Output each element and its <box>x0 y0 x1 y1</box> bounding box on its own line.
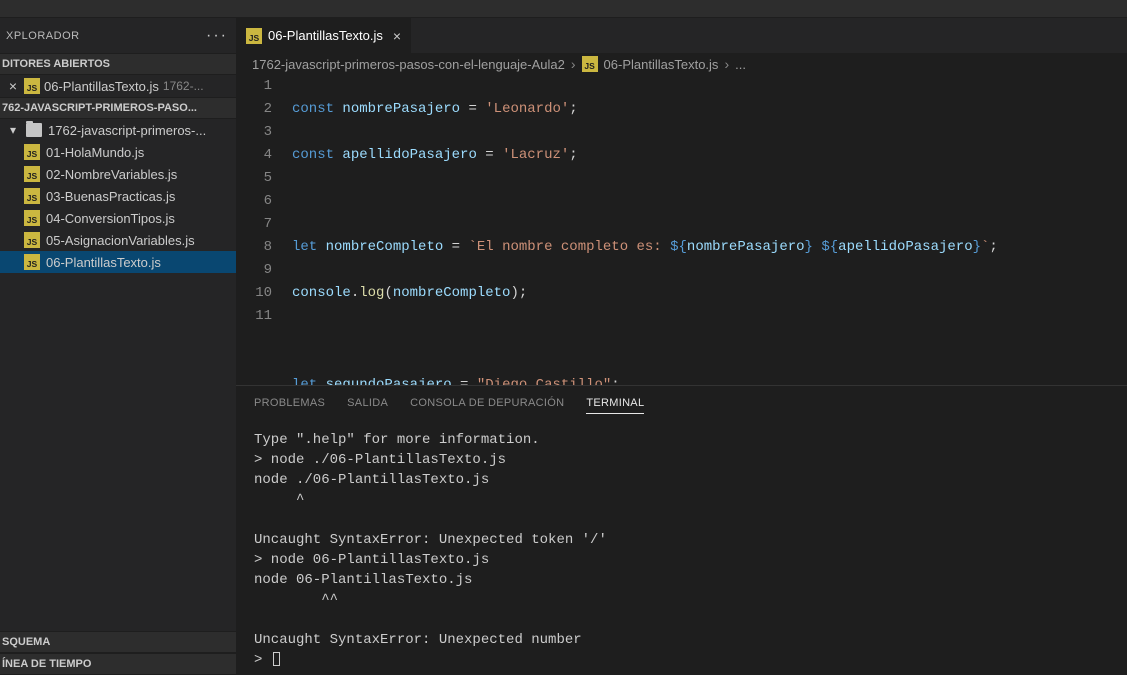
tab-terminal[interactable]: TERMINAL <box>586 393 644 414</box>
chevron-right-icon: › <box>724 56 729 72</box>
file-label: 03-BuenasPracticas.js <box>46 189 175 204</box>
js-file-icon: JS <box>246 28 262 44</box>
folder-icon <box>26 123 42 137</box>
open-editor-label: 06-PlantillasTexto.js <box>44 79 159 94</box>
sidebar-spacer <box>0 273 236 631</box>
terminal-line: ^ <box>254 490 1109 510</box>
close-icon[interactable]: × <box>393 28 401 44</box>
open-editor-path: 1762-... <box>163 79 204 93</box>
terminal-prompt: > <box>254 650 1109 670</box>
bottom-panel: PROBLEMAS SALIDA CONSOLA DE DEPURACIÓN T… <box>236 385 1127 675</box>
terminal-line: Uncaught SyntaxError: Unexpected number <box>254 630 1109 650</box>
terminal-line: node ./06-PlantillasTexto.js <box>254 470 1109 490</box>
breadcrumb-ellipsis[interactable]: ... <box>735 57 746 72</box>
folder-row[interactable]: ▾ 1762-javascript-primeros-... <box>0 119 236 141</box>
tab-output[interactable]: SALIDA <box>347 393 388 413</box>
main-layout: XPLORADOR ··· DITORES ABIERTOS × JS 06-P… <box>0 18 1127 675</box>
breadcrumb-part[interactable]: 1762-javascript-primeros-pasos-con-el-le… <box>252 57 565 72</box>
js-file-icon: JS <box>582 56 598 72</box>
timeline-header[interactable]: ÍNEA DE TIEMPO <box>0 653 236 675</box>
tab-debug-console[interactable]: CONSOLA DE DEPURACIÓN <box>410 393 564 413</box>
js-file-icon: JS <box>24 188 40 204</box>
breadcrumb-part[interactable]: 06-PlantillasTexto.js <box>604 57 719 72</box>
file-label: 02-NombreVariables.js <box>46 167 177 182</box>
terminal-line <box>254 610 1109 630</box>
js-file-icon: JS <box>24 210 40 226</box>
file-row[interactable]: JS 01-HolaMundo.js <box>0 141 236 163</box>
file-label: 06-PlantillasTexto.js <box>46 255 161 270</box>
file-row[interactable]: JS 05-AsignacionVariables.js <box>0 229 236 251</box>
tab-problems[interactable]: PROBLEMAS <box>254 393 325 413</box>
terminal-line: Uncaught SyntaxError: Unexpected token '… <box>254 530 1109 550</box>
file-row[interactable]: JS 02-NombreVariables.js <box>0 163 236 185</box>
title-bar-fragment <box>0 0 1127 18</box>
explorer-title: XPLORADOR <box>6 30 80 42</box>
file-row-active[interactable]: JS 06-PlantillasTexto.js <box>0 251 236 273</box>
more-actions-icon[interactable]: ··· <box>206 27 228 45</box>
code-editor[interactable]: 1 2 3 4 5 6 7 8 9 10 11 const nombrePasa… <box>236 75 1127 385</box>
folder-label: 1762-javascript-primeros-... <box>48 123 206 138</box>
close-icon[interactable]: × <box>6 78 20 94</box>
js-file-icon: JS <box>24 232 40 248</box>
tab-active[interactable]: JS 06-PlantillasTexto.js × <box>236 18 412 53</box>
js-file-icon: JS <box>24 78 40 94</box>
workspace-header[interactable]: 762-JAVASCRIPT-PRIMEROS-PASO... <box>0 97 236 119</box>
file-label: 01-HolaMundo.js <box>46 145 144 160</box>
outline-header[interactable]: SQUEMA <box>0 631 236 653</box>
chevron-right-icon: › <box>571 56 576 72</box>
js-file-icon: JS <box>24 144 40 160</box>
file-row[interactable]: JS 03-BuenasPracticas.js <box>0 185 236 207</box>
file-row[interactable]: JS 04-ConversionTipos.js <box>0 207 236 229</box>
open-editor-item[interactable]: × JS 06-PlantillasTexto.js 1762-... <box>0 75 236 97</box>
file-label: 04-ConversionTipos.js <box>46 211 175 226</box>
js-file-icon: JS <box>24 166 40 182</box>
editor-area: JS 06-PlantillasTexto.js × 1762-javascri… <box>236 18 1127 675</box>
terminal-line: > node 06-PlantillasTexto.js <box>254 550 1109 570</box>
terminal-line: Type ".help" for more information. <box>254 430 1109 450</box>
line-number-gutter: 1 2 3 4 5 6 7 8 9 10 11 <box>236 75 292 385</box>
terminal-line: node 06-PlantillasTexto.js <box>254 570 1109 590</box>
sidebar: XPLORADOR ··· DITORES ABIERTOS × JS 06-P… <box>0 18 236 675</box>
panel-tabs: PROBLEMAS SALIDA CONSOLA DE DEPURACIÓN T… <box>236 386 1127 420</box>
terminal-output[interactable]: Type ".help" for more information.> node… <box>236 420 1127 675</box>
chevron-down-icon: ▾ <box>6 123 20 137</box>
tab-label: 06-PlantillasTexto.js <box>268 28 383 43</box>
breadcrumb[interactable]: 1762-javascript-primeros-pasos-con-el-le… <box>236 53 1127 75</box>
terminal-line: > node ./06-PlantillasTexto.js <box>254 450 1109 470</box>
code-content[interactable]: const nombrePasajero = 'Leonardo'; const… <box>292 75 1127 385</box>
open-editors-header[interactable]: DITORES ABIERTOS <box>0 53 236 75</box>
file-label: 05-AsignacionVariables.js <box>46 233 195 248</box>
sidebar-header: XPLORADOR ··· <box>0 18 236 53</box>
terminal-cursor <box>273 652 280 666</box>
tab-bar: JS 06-PlantillasTexto.js × <box>236 18 1127 53</box>
terminal-line <box>254 510 1109 530</box>
js-file-icon: JS <box>24 254 40 270</box>
terminal-line: ^^ <box>254 590 1109 610</box>
